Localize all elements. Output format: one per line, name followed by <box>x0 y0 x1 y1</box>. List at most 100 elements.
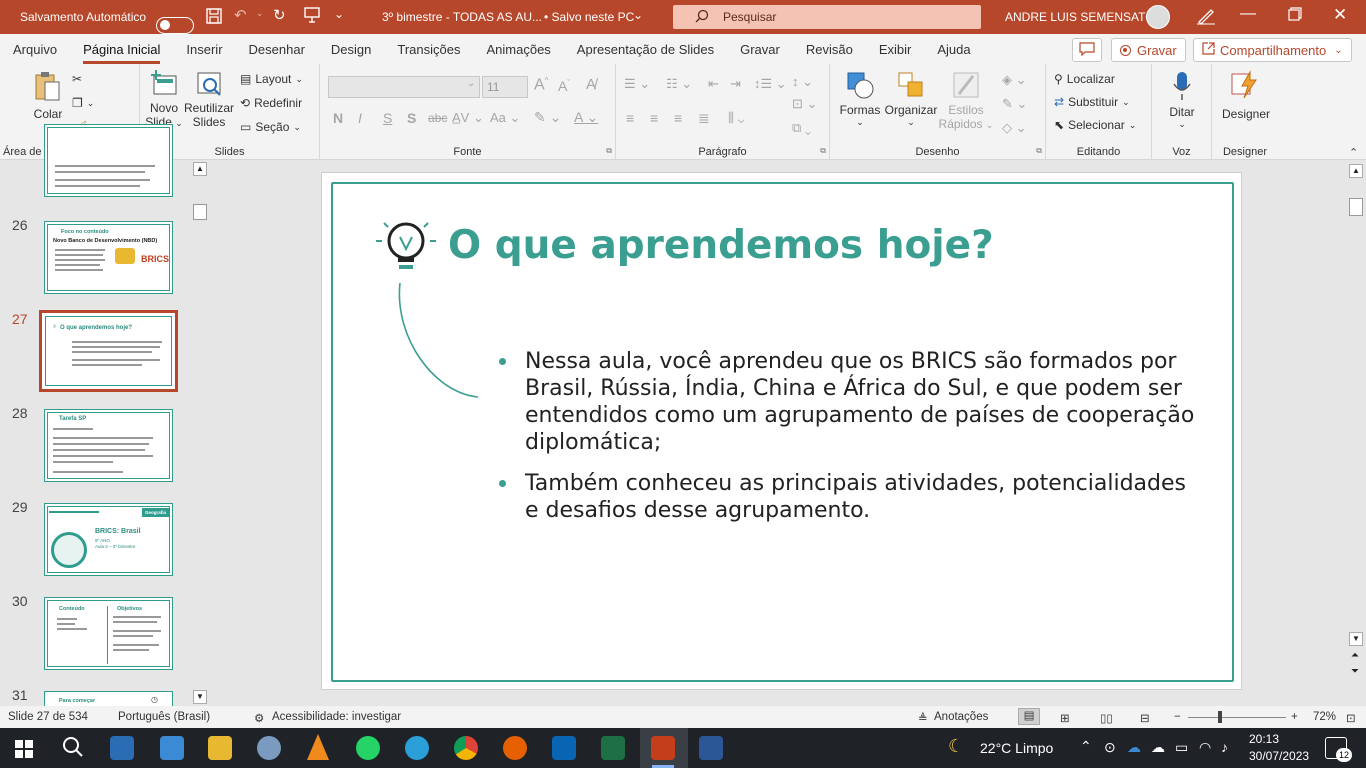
shrink-font-icon[interactable]: Aˇ <box>558 78 570 94</box>
tab-inserir[interactable]: Inserir <box>173 34 235 64</box>
zoom-slider-thumb[interactable] <box>1218 711 1222 723</box>
align-text-icon[interactable]: ⊡ ⌄ <box>792 96 817 112</box>
save-icon[interactable] <box>205 7 223 29</box>
onedrive-icon[interactable]: ☁ <box>1127 739 1141 756</box>
undo-dropdown-icon[interactable]: ⌄ <box>256 8 264 19</box>
dictate-button[interactable]: Ditar ⌄ <box>1162 70 1202 130</box>
clock-time[interactable]: 20:13 <box>1249 732 1279 746</box>
excel-icon[interactable] <box>601 736 625 760</box>
paragraph-dialog-launcher-icon[interactable]: ⧉ <box>820 146 826 156</box>
quick-styles-button[interactable]: Estilos Rápidos ⌄ <box>938 70 994 131</box>
edge-icon[interactable] <box>405 736 429 760</box>
strikethrough-button[interactable]: abc <box>428 111 447 125</box>
comments-button[interactable] <box>1072 38 1102 62</box>
replace-button[interactable]: ⇄ Substituir ⌄ <box>1054 95 1130 109</box>
scroll-down-icon[interactable]: ▼ <box>193 690 207 704</box>
accessibility-icon[interactable]: ⚙ <box>254 711 264 725</box>
slide-title[interactable]: O que aprendemos hoje? <box>448 223 994 268</box>
weather-moon-icon[interactable]: ☾ <box>948 736 964 757</box>
tab-ajuda[interactable]: Ajuda <box>924 34 983 64</box>
tab-exibir[interactable]: Exibir <box>866 34 925 64</box>
undo-icon[interactable]: ↶ <box>234 6 247 24</box>
app-icon-2[interactable] <box>160 736 184 760</box>
scroll-thumb[interactable] <box>1349 198 1363 216</box>
underline-button[interactable]: S <box>383 110 392 126</box>
reuse-slides-button[interactable]: Reutilizar Slides <box>184 70 234 129</box>
collapse-ribbon-icon[interactable]: ⌃ <box>1349 146 1358 159</box>
tab-animacoes[interactable]: Animações <box>473 34 563 64</box>
customize-qat-icon[interactable]: ⌄ <box>334 7 344 21</box>
outlook-icon[interactable] <box>552 736 576 760</box>
zoom-slider[interactable] <box>1188 717 1286 718</box>
fit-to-window-icon[interactable]: ⊡ <box>1346 711 1356 725</box>
chrome-icon[interactable] <box>454 736 478 760</box>
select-button[interactable]: ⬉ Selecionar ⌄ <box>1054 118 1136 132</box>
word-icon[interactable] <box>699 736 723 760</box>
section-button[interactable]: ▭ Seção ⌄ <box>240 120 301 134</box>
bold-button[interactable]: N <box>333 110 343 126</box>
copy-icon[interactable]: ❐ ⌄ <box>72 96 94 110</box>
smartart-icon[interactable]: ⧉ ⌄ <box>792 120 811 136</box>
search-icon[interactable] <box>62 736 84 761</box>
windows-start-icon[interactable] <box>15 740 33 761</box>
decrease-indent-icon[interactable]: ⇤ <box>708 76 719 92</box>
notes-icon[interactable]: ≜ <box>918 711 928 725</box>
notes-button[interactable]: Anotações <box>934 711 988 723</box>
paint-icon[interactable] <box>257 736 281 760</box>
whatsapp-icon[interactable] <box>356 736 380 760</box>
tab-arquivo[interactable]: Arquivo <box>0 34 70 64</box>
slide-thumbnail-29[interactable]: Geografia BRICS: Brasil 9º ANO Aula 3 – … <box>44 503 173 576</box>
increase-indent-icon[interactable]: ⇥ <box>730 76 741 92</box>
slide-thumbnail-30[interactable]: Conteúdo Objetivos <box>44 597 173 670</box>
font-dropdown-icon[interactable]: ⌄ <box>467 78 475 89</box>
font-color-icon[interactable]: A ⌄ <box>574 109 598 126</box>
tab-design[interactable]: Design <box>318 34 384 64</box>
reading-view-icon[interactable]: ▯▯ <box>1100 711 1113 725</box>
user-name[interactable]: ANDRE LUIS SEMENSATO <box>1005 10 1155 24</box>
autosave-toggle[interactable] <box>156 16 194 34</box>
italic-button[interactable]: I <box>358 110 362 126</box>
restore-icon[interactable] <box>1288 7 1302 25</box>
drawing-dialog-launcher-icon[interactable]: ⧉ <box>1036 146 1042 156</box>
saved-status[interactable]: • Salvo neste PC <box>544 10 634 24</box>
shape-outline-icon[interactable]: ✎ ⌄ <box>1002 96 1027 112</box>
line-spacing-icon[interactable]: ↕☰ ⌄ <box>754 76 787 92</box>
cut-icon[interactable]: ✂ <box>72 72 82 86</box>
numbering-icon[interactable]: ☷ ⌄ <box>666 76 692 92</box>
font-name-box[interactable] <box>328 76 480 98</box>
font-size-box[interactable]: 11 <box>482 76 528 98</box>
char-spacing-icon[interactable]: A̲V ⌄ <box>452 110 484 126</box>
tab-transicoes[interactable]: Transições <box>384 34 473 64</box>
meet-now-icon[interactable]: ⊙ <box>1104 739 1116 756</box>
slide-sorter-icon[interactable]: ⊞ <box>1060 711 1070 725</box>
firefox-icon[interactable] <box>503 736 527 760</box>
redo-icon[interactable]: ↻ <box>273 6 286 24</box>
powerpoint-icon[interactable] <box>651 736 675 760</box>
find-button[interactable]: ⚲ Localizar <box>1054 72 1115 86</box>
tab-gravar[interactable]: Gravar <box>727 34 793 64</box>
slide-scrollbar[interactable]: ▲ ▼ ⏶ ⏷ <box>1349 160 1363 706</box>
language-status[interactable]: Português (Brasil) <box>118 711 210 723</box>
saved-dropdown-icon[interactable]: ⌄ <box>633 8 643 22</box>
layout-button[interactable]: ▤ Layout ⌄ <box>240 72 303 86</box>
scroll-down-icon[interactable]: ▼ <box>1349 632 1363 646</box>
vlc-icon[interactable] <box>307 734 329 760</box>
accessibility-status[interactable]: Acessibilidade: investigar <box>272 711 401 723</box>
share-button[interactable]: Compartilhamento ⌄ <box>1193 38 1352 62</box>
bullet-2[interactable]: Também conheceu as principais atividades… <box>499 470 1195 524</box>
align-left-icon[interactable]: ≡ <box>626 110 634 126</box>
scroll-up-icon[interactable]: ▲ <box>193 162 207 176</box>
clear-format-icon[interactable]: A̸ <box>586 76 596 93</box>
file-explorer-icon[interactable] <box>208 736 232 760</box>
new-slide-button[interactable]: Novo Slide ⌄ <box>144 70 184 129</box>
slide-thumbnail-31[interactable]: Para começar ◷ <box>44 691 173 706</box>
change-case-icon[interactable]: Aa ⌄ <box>490 110 520 126</box>
tab-desenhar[interactable]: Desenhar <box>236 34 318 64</box>
highlight-icon[interactable]: ✎ ⌄ <box>534 109 561 126</box>
tab-apresentacao[interactable]: Apresentação de Slides <box>564 34 727 64</box>
previous-slide-icon[interactable]: ⏶ <box>1351 650 1359 661</box>
tab-revisao[interactable]: Revisão <box>793 34 866 64</box>
chevron-up-icon[interactable]: ⌃ <box>1080 738 1092 755</box>
font-dialog-launcher-icon[interactable]: ⧉ <box>606 146 612 156</box>
close-icon[interactable]: ✕ <box>1333 5 1347 25</box>
